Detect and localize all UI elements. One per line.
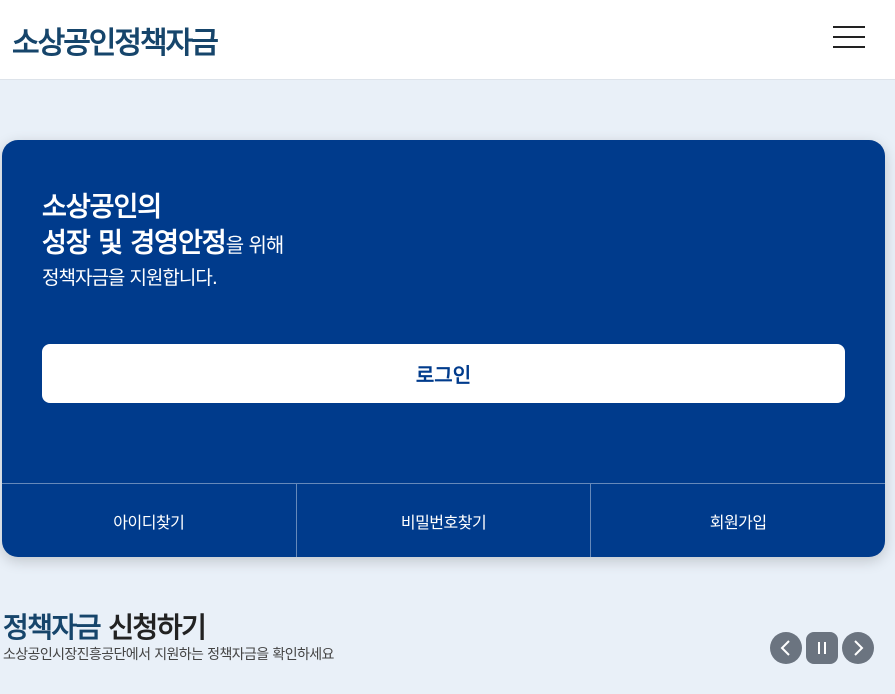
headline-line3: 정책자금을 지원합니다. xyxy=(42,267,218,289)
hamburger-menu-button[interactable] xyxy=(833,24,865,50)
headline-line1: 소상공인의 xyxy=(42,192,162,223)
login-card: 소상공인의 성장 및 경영안정을 위해 정책자금을 지원합니다. 로그인 아이디… xyxy=(2,140,885,557)
headline-line2-rest: 을 위해 xyxy=(225,233,285,257)
hamburger-menu-icon xyxy=(833,26,865,28)
find-id-link[interactable]: 아이디찾기 xyxy=(2,484,297,557)
signup-link[interactable]: 회원가입 xyxy=(591,484,885,557)
headline-line2-bold: 성장 및 경영안정 xyxy=(42,228,227,259)
pause-icon xyxy=(818,642,826,654)
login-button[interactable]: 로그인 xyxy=(42,344,845,403)
chevron-left-icon xyxy=(780,640,790,656)
account-links: 아이디찾기 비밀번호찾기 회원가입 xyxy=(2,483,885,557)
headline-line2: 성장 및 경영안정을 위해 xyxy=(42,226,285,263)
site-logo[interactable]: 소상공인정책자금 xyxy=(12,18,219,62)
carousel-next-button[interactable] xyxy=(842,632,874,664)
section-description: 소상공인시장진흥공단에서 지원하는 정책자금을 확인하세요 xyxy=(3,647,334,663)
find-password-link[interactable]: 비밀번호찾기 xyxy=(297,484,592,557)
section-title: 정책자금 신청하기 xyxy=(3,606,207,646)
top-header: 소상공인정책자금 xyxy=(0,0,895,80)
carousel-controls xyxy=(770,632,874,664)
carousel-prev-button[interactable] xyxy=(770,632,802,664)
section-title-accent: 정책자금 xyxy=(3,611,102,644)
chevron-right-icon xyxy=(854,640,864,656)
carousel-pause-button[interactable] xyxy=(806,632,838,664)
hero-headline: 소상공인의 성장 및 경영안정을 위해 정책자금을 지원합니다. xyxy=(42,190,285,293)
section-title-rest: 신청하기 xyxy=(100,611,207,644)
